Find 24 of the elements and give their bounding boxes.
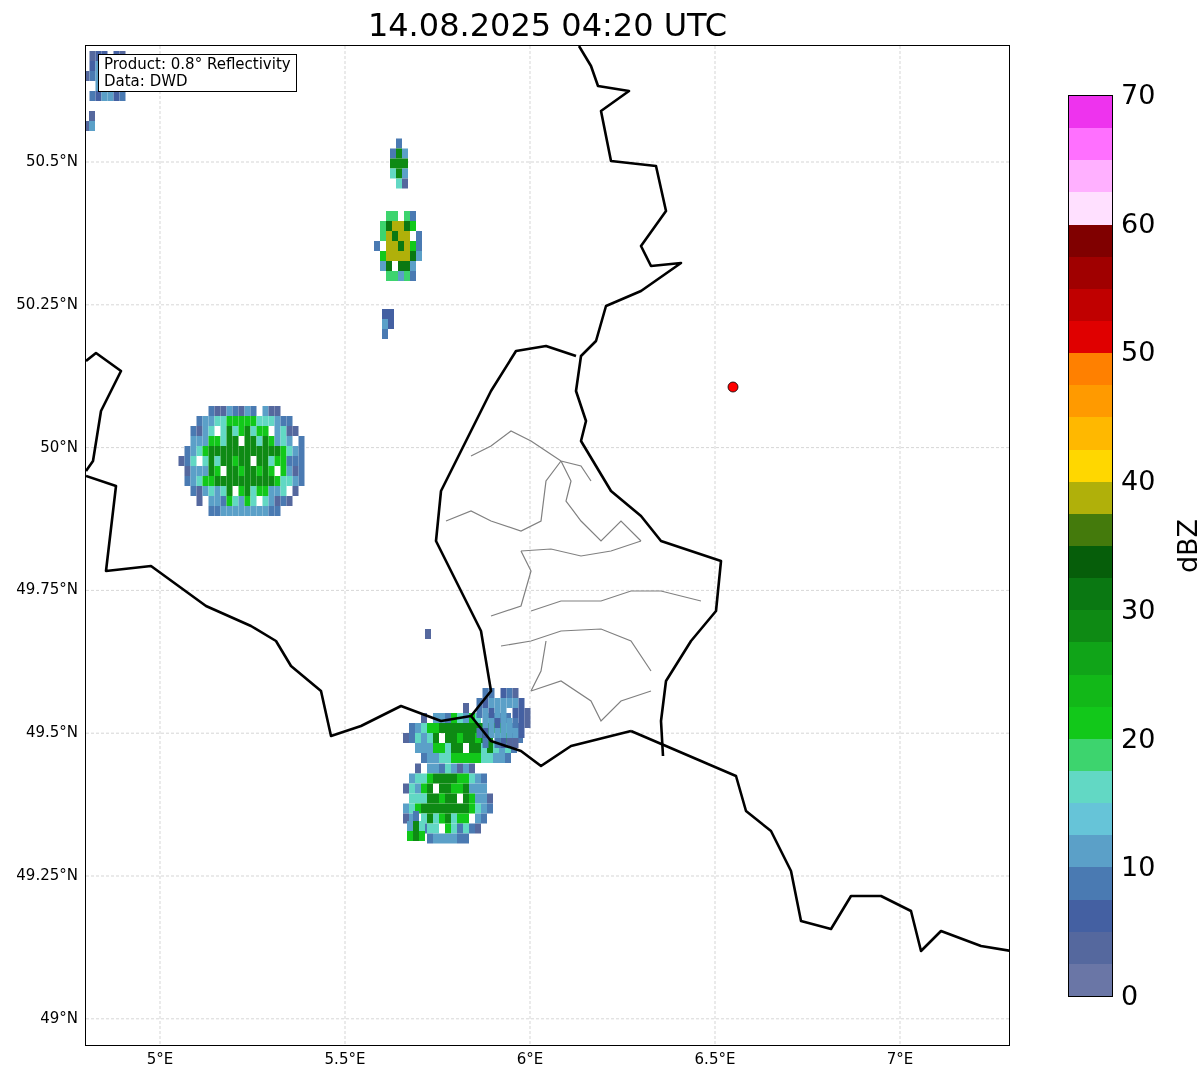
- y-tick-label: 49.5°N: [25, 722, 78, 743]
- y-tick-label: 49°N: [40, 1007, 78, 1028]
- x-tick-label: 5°E: [146, 1049, 174, 1069]
- colorbar-tick-label: 60: [1121, 208, 1156, 239]
- colorbar-label: dBZ: [1173, 518, 1202, 574]
- chart-title: 14.08.2025 04:20 UTC: [367, 4, 728, 45]
- info-text: Product: 0.8° Reflectivity: [104, 56, 291, 73]
- colorbar-tick-label: 30: [1121, 594, 1156, 625]
- colorbar-tick-label: 20: [1121, 723, 1156, 754]
- y-tick-label: 50.5°N: [25, 151, 78, 171]
- x-tick-label: 6.5°E: [694, 1049, 736, 1069]
- colorbar-tick-label: 50: [1121, 337, 1156, 368]
- x-tick-label: 6°E: [516, 1049, 544, 1069]
- y-tick-label: 50.25°N: [16, 293, 78, 314]
- colorbar-tick-label: 40: [1121, 466, 1156, 497]
- info-text: Data: DWD: [104, 73, 189, 90]
- colorbar-tick-label: 10: [1121, 852, 1156, 883]
- x-tick-label: 5.5°E: [324, 1049, 366, 1069]
- y-tick-label: 49.25°N: [16, 865, 78, 885]
- x-tick-label: 7°E: [886, 1049, 914, 1069]
- colorbar-tick-label: 0: [1121, 981, 1139, 1011]
- colorbar-tick-label: 70: [1121, 80, 1156, 110]
- y-tick-label: 49.75°N: [16, 579, 78, 600]
- y-tick-label: 50°N: [40, 436, 78, 457]
